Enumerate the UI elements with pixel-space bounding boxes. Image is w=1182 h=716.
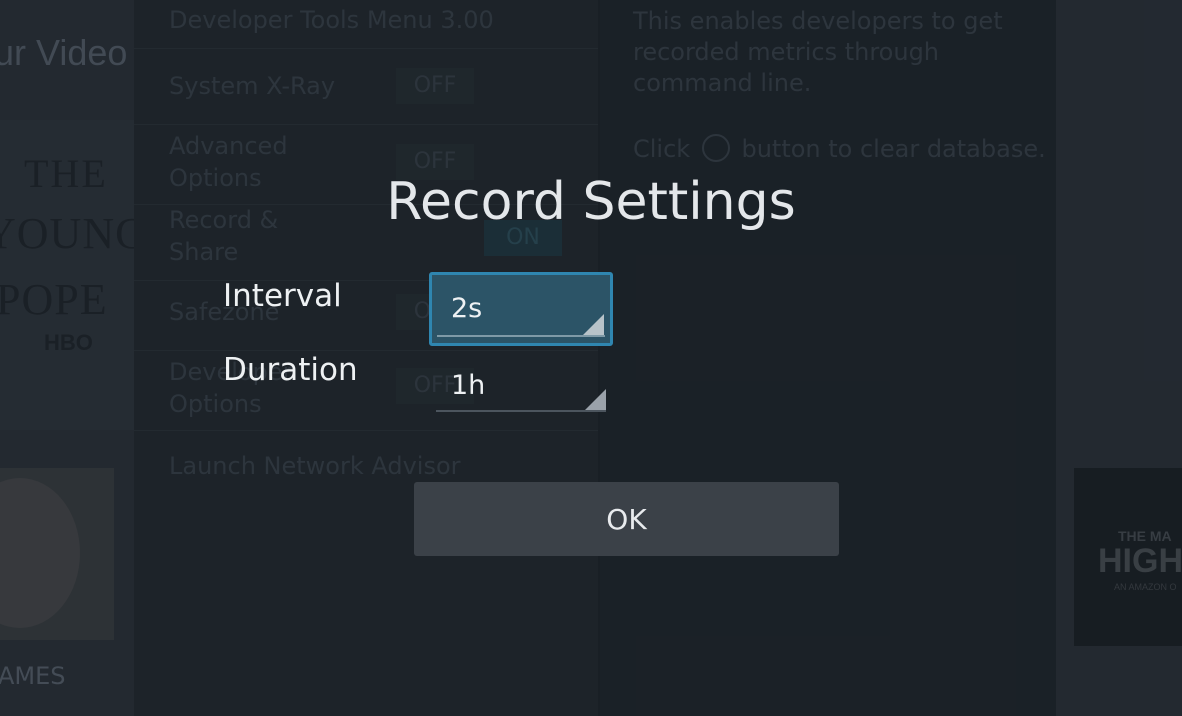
dialog-title: Record Settings — [386, 172, 796, 232]
interval-spinner[interactable]: 2s — [429, 272, 613, 346]
interval-label: Interval — [223, 278, 342, 314]
duration-value: 1h — [451, 370, 486, 401]
spinner-underline — [437, 335, 605, 337]
duration-label: Duration — [223, 352, 358, 388]
dropdown-corner-icon — [583, 314, 604, 335]
ok-button[interactable]: OK — [414, 482, 839, 556]
dim-overlay — [0, 0, 1182, 716]
dropdown-corner-icon — [585, 389, 606, 410]
interval-value: 2s — [451, 293, 483, 324]
duration-spinner[interactable]: 1h — [436, 360, 606, 412]
